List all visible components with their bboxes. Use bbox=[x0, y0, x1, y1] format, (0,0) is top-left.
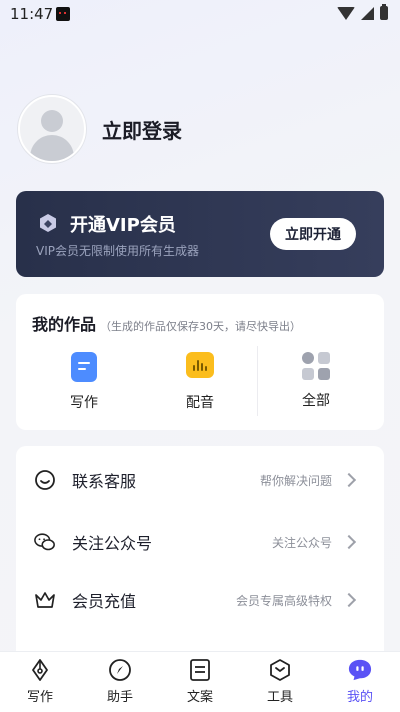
document-icon bbox=[71, 352, 97, 382]
menu-item-label: 联系客服 bbox=[72, 472, 137, 491]
status-time: 11:47 bbox=[10, 5, 54, 23]
grid-icon bbox=[302, 352, 330, 380]
works-item-dubbing[interactable]: 配音 bbox=[170, 352, 230, 412]
open-vip-button[interactable]: 立即开通 bbox=[270, 218, 356, 250]
menu-item-hint: 会员专属高级特权 bbox=[235, 593, 332, 608]
bottom-tab-bar: 写作 助手 文案 工具 我的 bbox=[0, 651, 400, 712]
audio-wave-icon bbox=[186, 352, 214, 378]
pen-nib-icon bbox=[28, 658, 52, 682]
tab-label: 写作 bbox=[26, 690, 53, 705]
menu-item-follow-account[interactable]: 关注公众号 关注公众号 bbox=[16, 522, 384, 562]
works-item-label: 全部 bbox=[302, 393, 330, 409]
login-label[interactable]: 立即登录 bbox=[102, 115, 182, 144]
my-works-header: 我的作品 （生成的作品仅保存30天，请尽快导出） bbox=[32, 311, 301, 335]
settings-menu: 联系客服 帮你解决问题 关注公众号 关注公众号 会员充值 会员专属高级特权 bbox=[16, 446, 384, 686]
profile-header[interactable]: 立即登录 bbox=[18, 95, 182, 163]
menu-item-customer-service[interactable]: 联系客服 帮你解决问题 bbox=[16, 460, 384, 500]
tab-tools[interactable]: 工具 bbox=[250, 658, 310, 705]
chevron-right-icon bbox=[341, 472, 357, 488]
tab-writing[interactable]: 写作 bbox=[10, 658, 70, 705]
tab-copywriting[interactable]: 文案 bbox=[170, 658, 230, 705]
vip-subtitle: VIP会员无限制使用所有生成器 bbox=[36, 244, 199, 258]
works-item-label: 配音 bbox=[186, 395, 214, 411]
wifi-icon bbox=[337, 6, 355, 20]
my-works-note: （生成的作品仅保存30天，请尽快导出） bbox=[100, 320, 302, 333]
works-divider bbox=[257, 346, 258, 416]
avatar-body-shape bbox=[30, 135, 74, 161]
my-works-title: 我的作品 bbox=[32, 315, 97, 334]
menu-item-label: 关注公众号 bbox=[72, 534, 153, 553]
compass-icon bbox=[108, 658, 132, 682]
tab-label: 文案 bbox=[186, 690, 213, 705]
avatar[interactable] bbox=[18, 95, 86, 163]
status-bar: 11:47 bbox=[0, 0, 400, 28]
tab-assistant[interactable]: 助手 bbox=[90, 658, 150, 705]
works-item-writing[interactable]: 写作 bbox=[54, 352, 114, 412]
works-item-label: 写作 bbox=[70, 395, 98, 411]
my-works-card: 我的作品 （生成的作品仅保存30天，请尽快导出） 写作 配音 全部 bbox=[16, 294, 384, 430]
vip-card[interactable]: 开通VIP会员 VIP会员无限制使用所有生成器 立即开通 bbox=[16, 191, 384, 277]
battery-icon bbox=[380, 4, 388, 20]
document-lines-icon bbox=[188, 658, 212, 682]
tab-label: 我的 bbox=[346, 690, 373, 705]
profile-bubble-icon bbox=[348, 658, 372, 682]
cellular-signal-icon bbox=[361, 6, 374, 20]
works-item-all[interactable]: 全部 bbox=[286, 352, 346, 410]
menu-item-label: 会员充值 bbox=[72, 592, 137, 611]
chevron-right-icon bbox=[341, 592, 357, 608]
chevron-right-icon bbox=[341, 534, 357, 550]
smile-chat-icon bbox=[34, 469, 56, 491]
tab-mine[interactable]: 我的 bbox=[330, 658, 390, 705]
wechat-icon bbox=[34, 531, 56, 553]
vip-gem-icon bbox=[40, 214, 56, 232]
crown-icon bbox=[34, 589, 56, 611]
avatar-head-shape bbox=[41, 110, 63, 132]
hexagon-icon bbox=[268, 658, 292, 682]
tab-label: 助手 bbox=[106, 690, 133, 705]
menu-item-recharge[interactable]: 会员充值 会员专属高级特权 bbox=[16, 580, 384, 620]
notification-app-icon bbox=[56, 7, 70, 21]
tab-label: 工具 bbox=[266, 690, 293, 705]
menu-item-hint: 关注公众号 bbox=[271, 535, 332, 550]
vip-title: 开通VIP会员 bbox=[70, 215, 176, 236]
status-icons bbox=[337, 4, 388, 20]
menu-item-hint: 帮你解决问题 bbox=[259, 473, 332, 488]
